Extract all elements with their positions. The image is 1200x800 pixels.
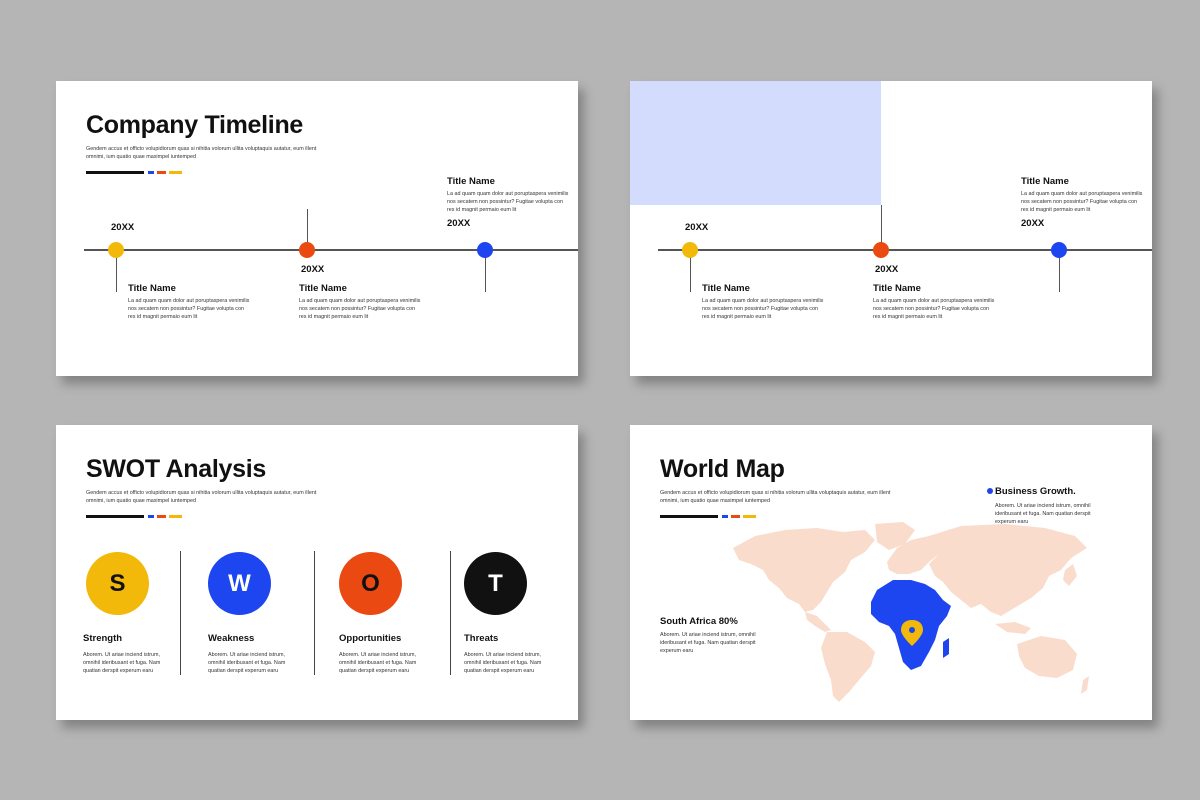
timeline-axis bbox=[84, 249, 578, 251]
slide-world-map[interactable]: World Map Gendem accus et officto volupi… bbox=[630, 425, 1152, 720]
continent-asia bbox=[929, 524, 1087, 616]
timeline-item-text: La ad quam quam dolor aut poruptaspera v… bbox=[1021, 191, 1143, 214]
timeline-item-text: La ad quam quam dolor aut poruptaspera v… bbox=[873, 298, 995, 321]
swot-label: Weakness bbox=[208, 633, 255, 644]
timeline-year: 20XX bbox=[447, 218, 471, 229]
swot-circle-opportunities[interactable]: O bbox=[339, 552, 402, 615]
accent-bars bbox=[660, 515, 760, 518]
swot-label: Strength bbox=[83, 633, 123, 644]
timeline-dot-blue[interactable] bbox=[1051, 242, 1067, 258]
timeline-year: 20XX bbox=[111, 222, 135, 233]
highlight-title: Business Growth. bbox=[995, 486, 1076, 497]
highlight-text: Aborem. Ut ariae inciend istrum, omnihil… bbox=[995, 503, 1091, 526]
swot-divider bbox=[314, 551, 315, 675]
slide-subtitle: Gendem accus et officto volupidiorum qua… bbox=[86, 490, 317, 505]
slide-company-timeline[interactable]: Company Timeline Gendem accus et officto… bbox=[56, 81, 578, 376]
swot-circle-strength[interactable]: S bbox=[86, 552, 149, 615]
timeline-axis bbox=[658, 249, 1152, 251]
swot-text: Aborem. Ut ariae inciend istrum, omnihil… bbox=[208, 652, 286, 675]
swot-label: Threats bbox=[464, 633, 499, 644]
timeline-item-text: La ad quam quam dolor aut poruptaspera v… bbox=[299, 298, 421, 321]
swot-divider bbox=[180, 551, 181, 675]
slide-swot-analysis[interactable]: SWOT Analysis Gendem accus et officto vo… bbox=[56, 425, 578, 720]
swot-circle-weakness[interactable]: W bbox=[208, 552, 271, 615]
accent-bars bbox=[86, 515, 186, 518]
timeline-item-title: Title Name bbox=[128, 283, 176, 294]
world-map[interactable] bbox=[725, 520, 1090, 705]
timeline-year: 20XX bbox=[1021, 218, 1045, 229]
slide-subtitle: Gendem accus et officto volupidiorum qua… bbox=[660, 490, 891, 505]
swot-text: Aborem. Ut ariae inciend istrum, omnihil… bbox=[339, 652, 417, 675]
timeline-item-text: La ad quam quam dolor aut poruptaspera v… bbox=[128, 298, 250, 321]
slide-title: World Map bbox=[660, 455, 785, 483]
swot-circle-threats[interactable]: T bbox=[464, 552, 527, 615]
timeline-dot-blue[interactable] bbox=[477, 242, 493, 258]
continent-north-america bbox=[733, 528, 875, 612]
timeline-dot-red[interactable] bbox=[873, 242, 889, 258]
timeline-year: 20XX bbox=[685, 222, 709, 233]
timeline-dot-yellow[interactable] bbox=[108, 242, 124, 258]
continent-australia bbox=[1017, 636, 1077, 678]
timeline-dot-red[interactable] bbox=[299, 242, 315, 258]
slide-timeline-image[interactable]: 20XX Title Name La ad quam quam dolor au… bbox=[630, 81, 1152, 376]
image-placeholder[interactable] bbox=[630, 81, 881, 205]
timeline-year: 20XX bbox=[301, 264, 325, 275]
timeline-year: 20XX bbox=[875, 264, 899, 275]
slide-title: SWOT Analysis bbox=[86, 455, 266, 483]
bullet-icon bbox=[987, 488, 993, 494]
timeline-item-title: Title Name bbox=[873, 283, 921, 294]
island-madagascar bbox=[943, 638, 949, 658]
slide-subtitle: Gendem accus et officto volupidiorum qua… bbox=[86, 146, 317, 161]
timeline-item-title: Title Name bbox=[299, 283, 347, 294]
timeline-dot-yellow[interactable] bbox=[682, 242, 698, 258]
swot-divider bbox=[450, 551, 451, 675]
timeline-item-title: Title Name bbox=[447, 176, 495, 187]
accent-bars bbox=[86, 171, 186, 174]
timeline-item-title: Title Name bbox=[1021, 176, 1069, 187]
island-japan bbox=[1063, 564, 1077, 586]
region-title: South Africa 80% bbox=[660, 616, 738, 627]
continent-south-america bbox=[821, 632, 875, 702]
timeline-item-text: La ad quam quam dolor aut poruptaspera v… bbox=[447, 191, 569, 214]
region-text: Aborem. Ut ariae inciend istrum, omnihil… bbox=[660, 632, 756, 655]
swot-text: Aborem. Ut ariae inciend istrum, omnihil… bbox=[83, 652, 161, 675]
swot-text: Aborem. Ut ariae inciend istrum, omnihil… bbox=[464, 652, 542, 675]
continent-central-america bbox=[805, 612, 831, 632]
slide-title: Company Timeline bbox=[86, 111, 304, 139]
timeline-item-text: La ad quam quam dolor aut poruptaspera v… bbox=[702, 298, 824, 321]
island-indonesia bbox=[995, 622, 1031, 634]
timeline-item-title: Title Name bbox=[702, 283, 750, 294]
swot-label: Opportunities bbox=[339, 633, 402, 644]
island-new-zealand bbox=[1081, 676, 1089, 694]
